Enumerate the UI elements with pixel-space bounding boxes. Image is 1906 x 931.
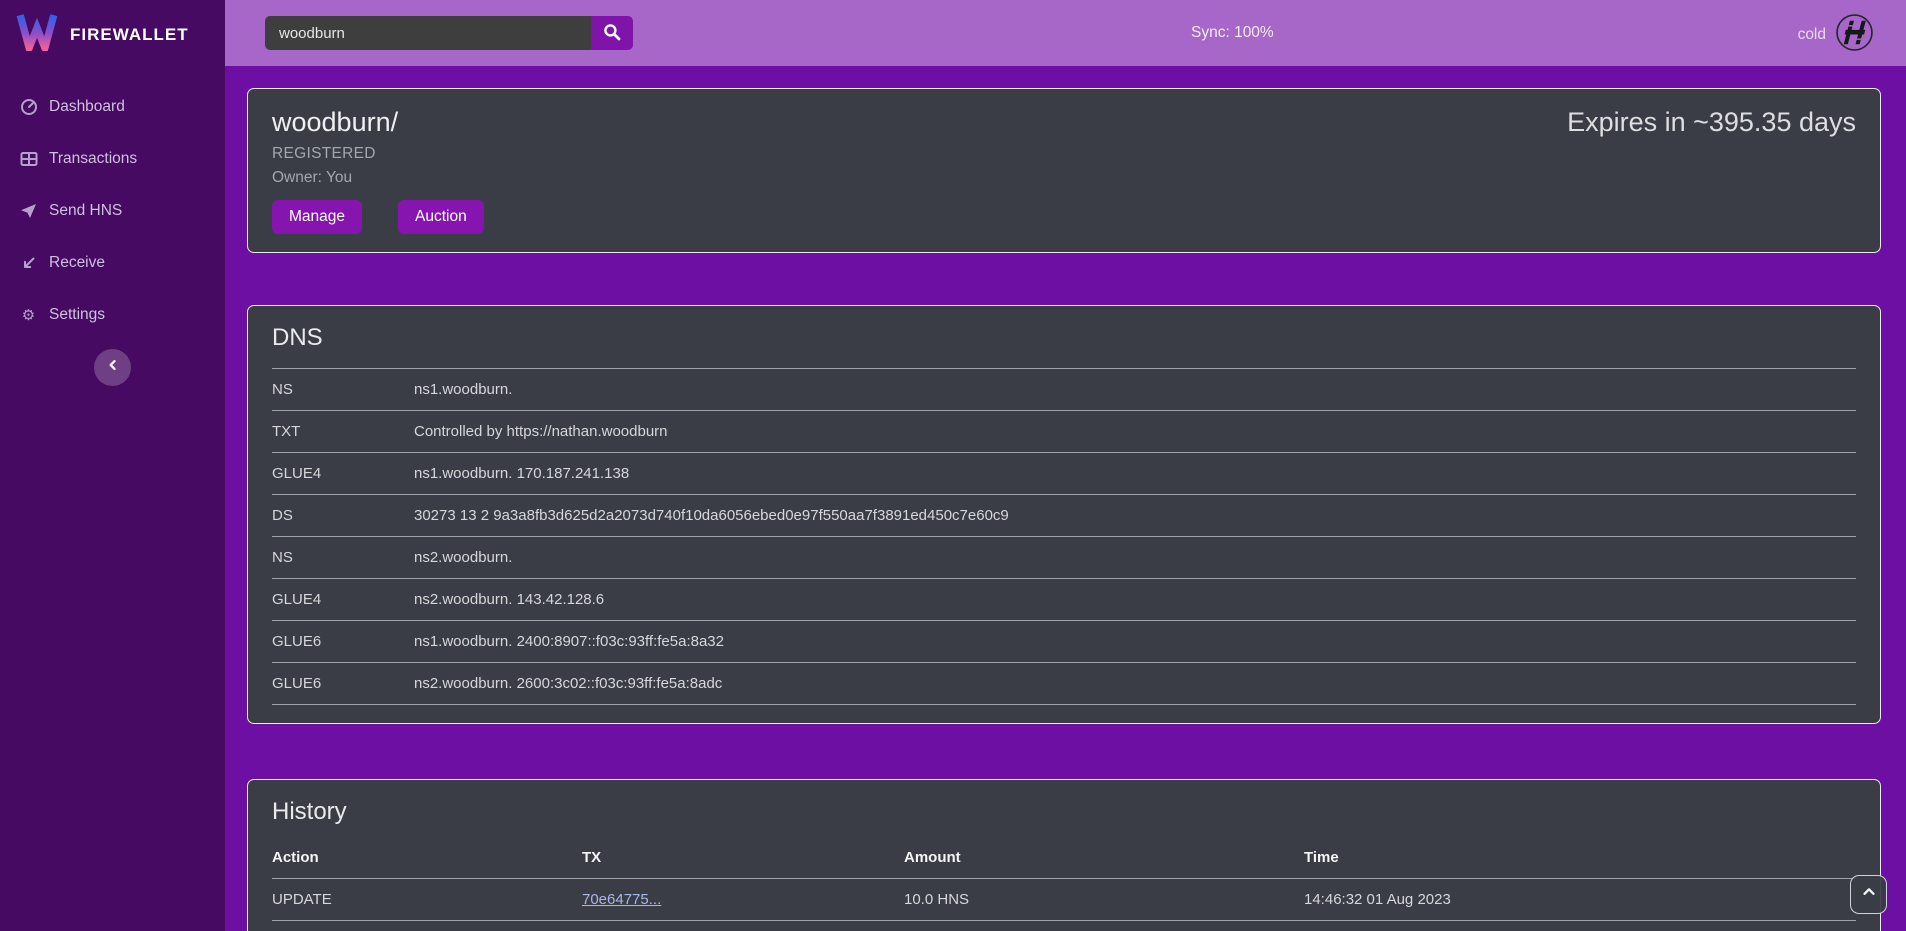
dns-record-row: DS 30273 13 2 9a3a8fb3d625d2a2073d740f10…: [272, 495, 1856, 537]
auction-button[interactable]: Auction: [398, 200, 484, 234]
history-table: Action TX Amount Time UPDATE 70e64775...…: [272, 840, 1856, 931]
history-time: 15:45:38 07 Feb 2023: [1304, 921, 1856, 931]
dns-record-value: ns2.woodburn. 2600:3c02::f03c:93ff:fe5a:…: [414, 663, 1856, 705]
main-content: woodburn/ REGISTERED Owner: You Manage A…: [225, 66, 1906, 931]
dns-record-type: DS: [272, 495, 414, 537]
history-col-time: Time: [1304, 840, 1856, 879]
history-action: RENEW: [272, 921, 582, 931]
history-row: RENEW d72eb5c1... 10.0 HNS 15:45:38 07 F…: [272, 921, 1856, 931]
topbar: Sync: 100% cold: [225, 0, 1906, 66]
dns-record-value: ns2.woodburn. 143.42.128.6: [414, 579, 1856, 621]
dns-record-type: GLUE4: [272, 579, 414, 621]
brand-logo-row: FIREWALLET: [0, 0, 225, 69]
domain-name-title: woodburn/: [272, 107, 484, 138]
sidebar-item-dashboard[interactable]: Dashboard: [0, 81, 225, 133]
history-amount: 10.0 HNS: [904, 921, 1304, 931]
history-amount: 10.0 HNS: [904, 879, 1304, 921]
domain-card: woodburn/ REGISTERED Owner: You Manage A…: [247, 88, 1881, 253]
scroll-to-top-button[interactable]: [1850, 875, 1887, 914]
dns-record-type: NS: [272, 369, 414, 411]
dns-record-value: 30273 13 2 9a3a8fb3d625d2a2073d740f10da6…: [414, 495, 1856, 537]
sidebar-item-label: Settings: [49, 306, 105, 324]
history-col-action: Action: [272, 840, 582, 879]
dashboard-icon: [19, 98, 38, 116]
sidebar-item-send-hns[interactable]: Send HNS: [0, 185, 225, 237]
dns-record-row: GLUE6 ns1.woodburn. 2400:8907::f03c:93ff…: [272, 621, 1856, 663]
domain-owner: Owner: You: [272, 169, 484, 187]
dns-record-type: GLUE6: [272, 621, 414, 663]
dns-section-title: DNS: [272, 324, 1856, 352]
search-icon: [603, 23, 621, 44]
tx-link[interactable]: 70e64775...: [582, 891, 661, 908]
dns-record-value: ns1.woodburn.: [414, 369, 1856, 411]
history-col-tx: TX: [582, 840, 904, 879]
history-card: History Action TX Amount Time UPDATE 70e…: [247, 779, 1881, 931]
history-action: UPDATE: [272, 879, 582, 921]
history-header-row: Action TX Amount Time: [272, 840, 1856, 879]
history-time: 14:46:32 01 Aug 2023: [1304, 879, 1856, 921]
wallet-mode-label: cold: [1798, 26, 1826, 44]
handshake-logo-icon[interactable]: [1835, 13, 1874, 57]
dns-record-type: TXT: [272, 411, 414, 453]
dns-record-value: ns1.woodburn. 170.187.241.138: [414, 453, 1856, 495]
dns-record-row: GLUE6 ns2.woodburn. 2600:3c02::f03c:93ff…: [272, 663, 1856, 705]
domain-expiry: Expires in ~395.35 days: [1567, 107, 1856, 234]
dns-record-row: TXT Controlled by https://nathan.woodbur…: [272, 411, 1856, 453]
dns-record-type: NS: [272, 537, 414, 579]
sidebar-item-transactions[interactable]: Transactions: [0, 133, 225, 185]
domain-status: REGISTERED: [272, 145, 484, 163]
sync-status: Sync: 100%: [1191, 24, 1274, 42]
dns-record-type: GLUE4: [272, 453, 414, 495]
history-section-title: History: [272, 798, 1856, 826]
sidebar-item-settings[interactable]: ⚙ Settings: [0, 289, 225, 341]
dns-record-value: ns2.woodburn.: [414, 537, 1856, 579]
search-input[interactable]: [265, 16, 591, 50]
dns-record-value: ns1.woodburn. 2400:8907::f03c:93ff:fe5a:…: [414, 621, 1856, 663]
dns-record-value: Controlled by https://nathan.woodburn: [414, 411, 1856, 453]
wallet-mode-group: cold: [1798, 13, 1874, 57]
dns-record-row: NS ns1.woodburn.: [272, 369, 1856, 411]
dns-record-row: GLUE4 ns2.woodburn. 143.42.128.6: [272, 579, 1856, 621]
table-icon: [19, 151, 38, 167]
search-group: [265, 16, 633, 50]
dns-record-row: GLUE4 ns1.woodburn. 170.187.241.138: [272, 453, 1856, 495]
gear-icon: ⚙: [19, 308, 38, 323]
firewallet-logo-icon: [16, 13, 58, 56]
dns-record-row: NS ns2.woodburn.: [272, 537, 1856, 579]
search-button[interactable]: [591, 16, 633, 50]
dns-records-table: NS ns1.woodburn. TXT Controlled by https…: [272, 368, 1856, 705]
sidebar-item-label: Dashboard: [49, 98, 125, 116]
sidebar-menu: Dashboard Transactions Send HNS Receive …: [0, 81, 225, 341]
paper-plane-icon: [19, 203, 38, 219]
dns-record-type: GLUE6: [272, 663, 414, 705]
history-row: UPDATE 70e64775... 10.0 HNS 14:46:32 01 …: [272, 879, 1856, 921]
domain-actions: Manage Auction: [272, 200, 484, 234]
dns-card: DNS NS ns1.woodburn. TXT Controlled by h…: [247, 305, 1881, 724]
sidebar-collapse-button[interactable]: [94, 349, 131, 386]
sidebar: FIREWALLET Dashboard Transactions Send H…: [0, 0, 225, 931]
domain-card-left: woodburn/ REGISTERED Owner: You Manage A…: [272, 107, 484, 234]
app-title: FIREWALLET: [70, 25, 189, 45]
sidebar-item-label: Transactions: [49, 150, 137, 168]
chevron-up-icon: [1861, 884, 1877, 905]
sidebar-item-receive[interactable]: Receive: [0, 237, 225, 289]
manage-button[interactable]: Manage: [272, 200, 362, 234]
chevron-left-icon: [106, 358, 120, 377]
sidebar-item-label: Send HNS: [49, 202, 122, 220]
history-col-amount: Amount: [904, 840, 1304, 879]
sidebar-item-label: Receive: [49, 254, 105, 272]
arrow-down-left-icon: [19, 256, 38, 271]
